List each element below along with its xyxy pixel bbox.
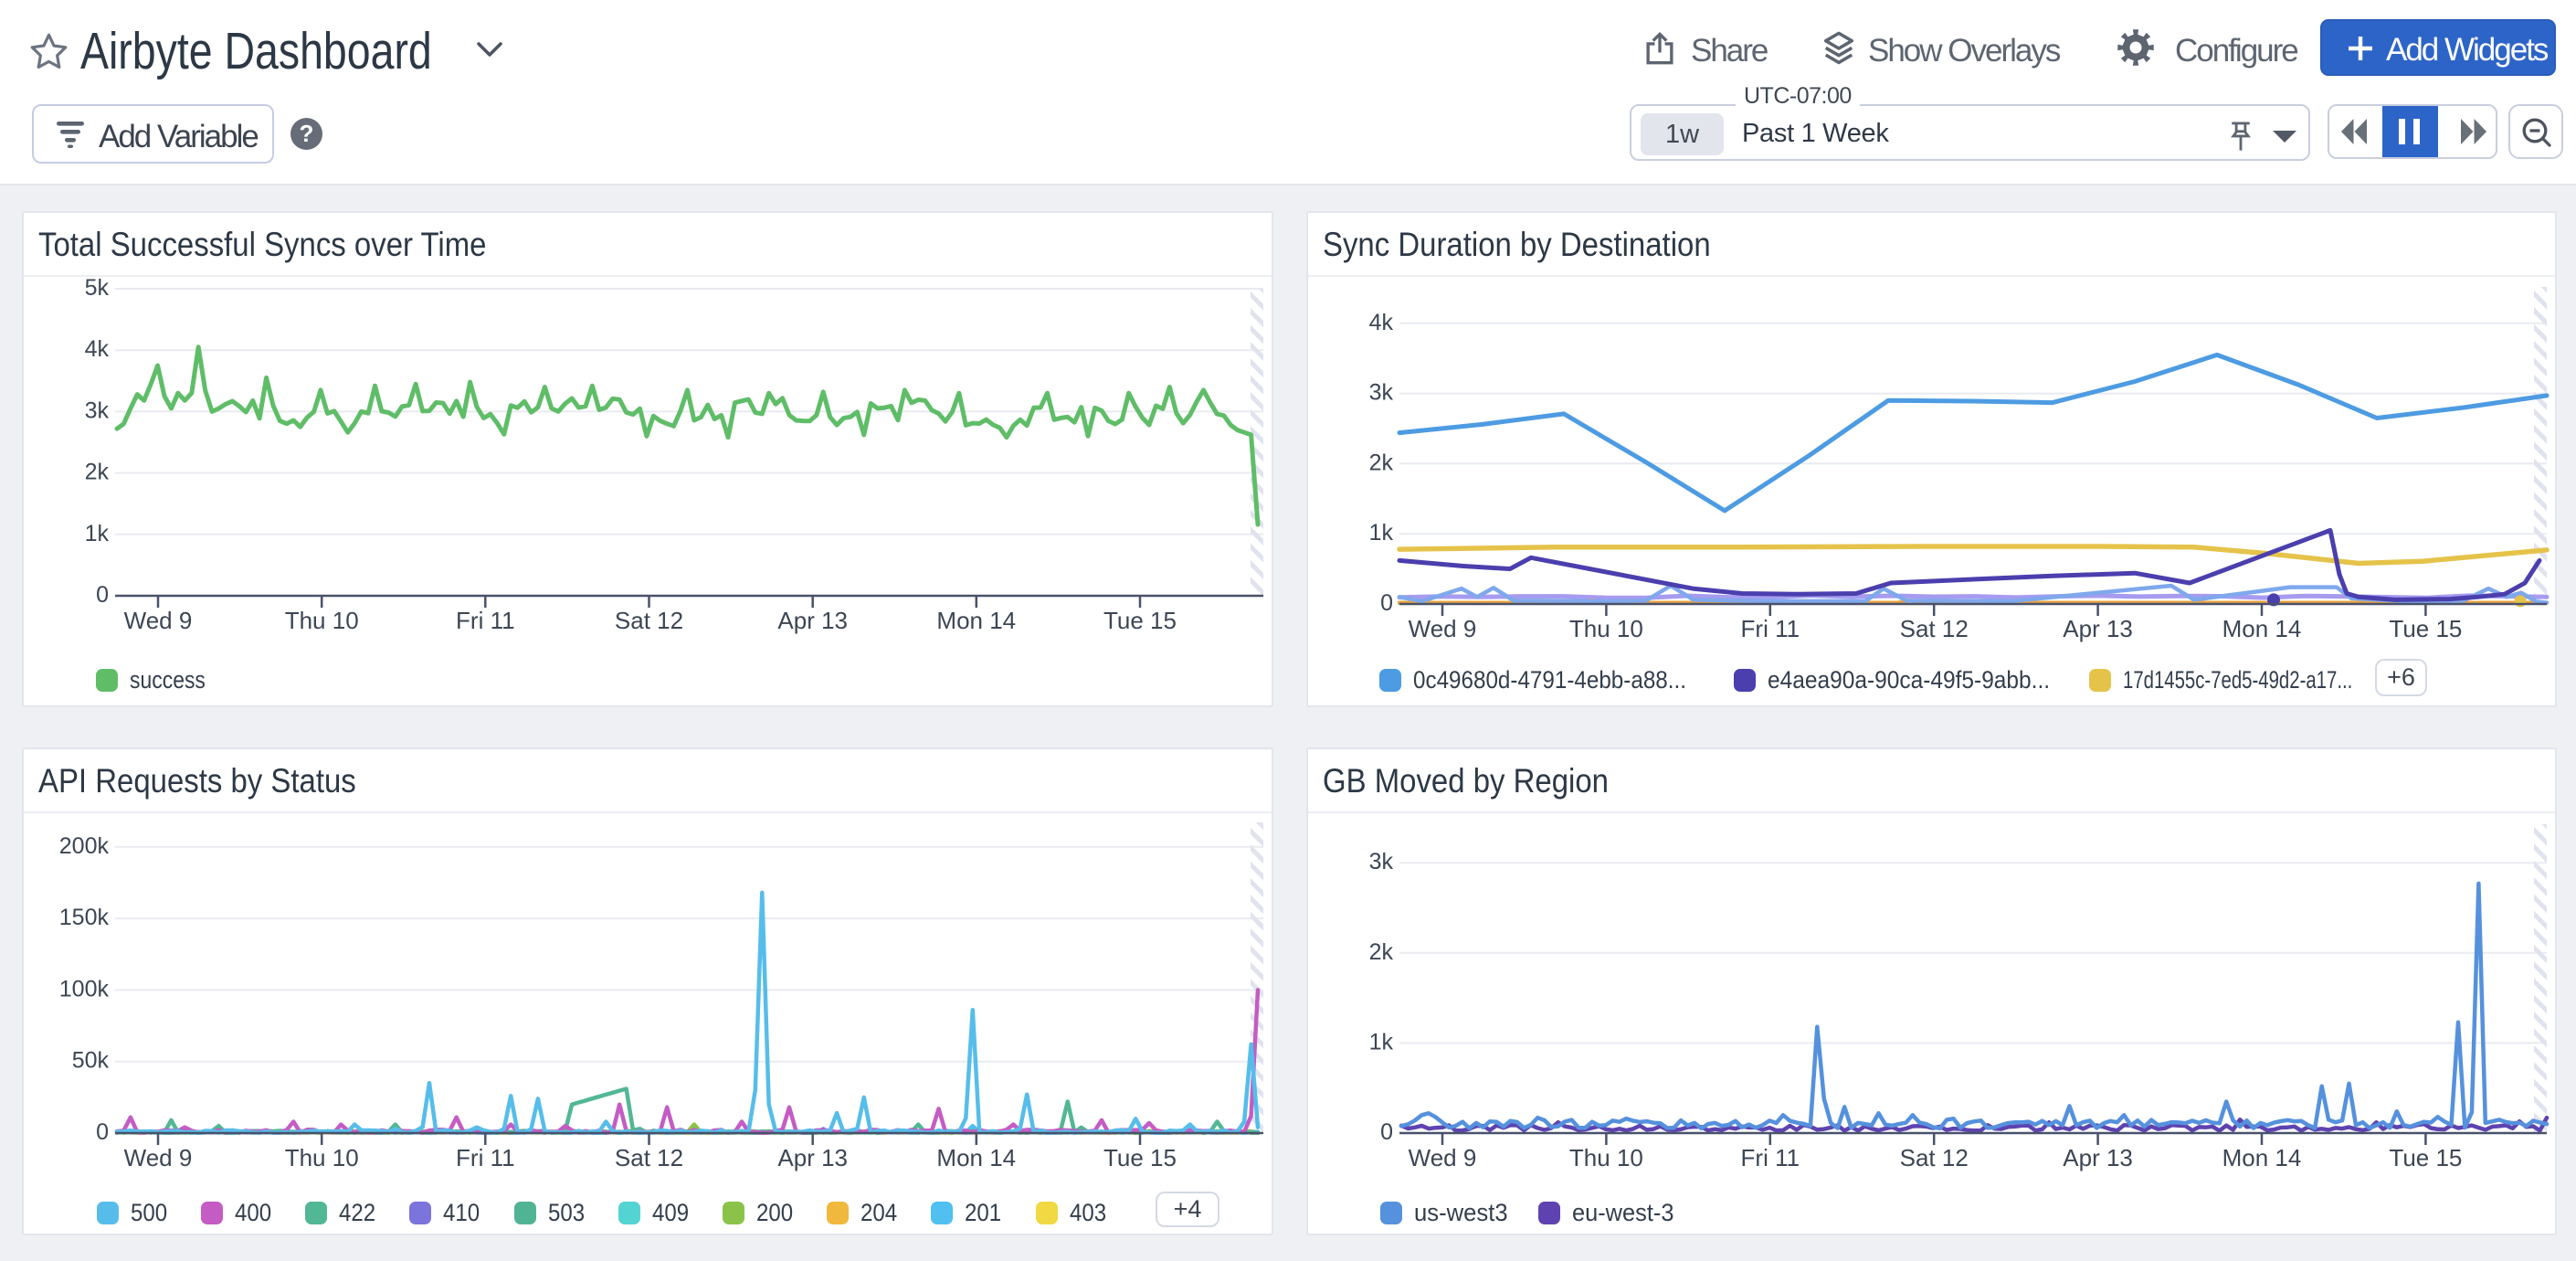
svg-text:1k: 1k (1369, 520, 1394, 546)
svg-text:Apr 13: Apr 13 (777, 1144, 848, 1171)
svg-text:0: 0 (1380, 1119, 1393, 1145)
svg-text:Tue 15: Tue 15 (2389, 1144, 2462, 1171)
svg-text:3k: 3k (1369, 849, 1394, 874)
svg-text:50k: 50k (72, 1048, 110, 1074)
svg-text:2k: 2k (1369, 939, 1394, 965)
svg-text:Apr 13: Apr 13 (2063, 615, 2133, 642)
svg-text:Fri 11: Fri 11 (1741, 615, 1800, 642)
svg-text:Fri 11: Fri 11 (456, 607, 515, 634)
svg-text:Apr 13: Apr 13 (2063, 1144, 2133, 1171)
svg-text:Sat 12: Sat 12 (615, 607, 683, 634)
svg-text:Fri 11: Fri 11 (456, 1144, 515, 1171)
svg-text:1k: 1k (85, 521, 110, 546)
svg-text:Wed 9: Wed 9 (124, 1144, 193, 1171)
svg-text:Mon 14: Mon 14 (2222, 615, 2302, 642)
svg-text:Sat 12: Sat 12 (615, 1144, 683, 1171)
svg-text:0: 0 (1380, 590, 1393, 616)
svg-text:Tue 15: Tue 15 (1103, 607, 1177, 634)
svg-text:0: 0 (96, 1119, 109, 1145)
svg-text:Mon 14: Mon 14 (2222, 1144, 2302, 1171)
svg-text:Wed 9: Wed 9 (1409, 615, 1477, 642)
svg-text:200k: 200k (59, 833, 110, 859)
svg-text:0: 0 (96, 582, 109, 608)
svg-text:3k: 3k (1369, 380, 1394, 406)
svg-text:Mon 14: Mon 14 (936, 1144, 1016, 1171)
svg-text:2k: 2k (1369, 450, 1394, 475)
svg-text:150k: 150k (59, 905, 110, 930)
svg-text:Tue 15: Tue 15 (1103, 1144, 1177, 1171)
svg-text:Apr 13: Apr 13 (777, 607, 848, 634)
svg-text:2k: 2k (85, 460, 110, 485)
svg-text:Thu 10: Thu 10 (285, 1144, 359, 1171)
svg-text:100k: 100k (59, 976, 110, 1001)
svg-text:Thu 10: Thu 10 (1569, 1144, 1643, 1171)
svg-text:Fri 11: Fri 11 (1741, 1144, 1800, 1171)
svg-text:Wed 9: Wed 9 (124, 607, 193, 634)
svg-text:Thu 10: Thu 10 (285, 607, 359, 634)
svg-text:4k: 4k (85, 336, 110, 362)
svg-text:Tue 15: Tue 15 (2389, 615, 2462, 642)
svg-text:5k: 5k (85, 275, 110, 301)
svg-text:Mon 14: Mon 14 (936, 607, 1016, 634)
svg-text:Sat 12: Sat 12 (1900, 1144, 1969, 1171)
svg-text:1k: 1k (1369, 1029, 1394, 1054)
svg-text:4k: 4k (1369, 310, 1394, 335)
svg-text:Wed 9: Wed 9 (1409, 1144, 1477, 1171)
svg-text:Thu 10: Thu 10 (1569, 615, 1643, 642)
svg-text:Sat 12: Sat 12 (1900, 615, 1969, 642)
svg-text:3k: 3k (85, 397, 110, 423)
